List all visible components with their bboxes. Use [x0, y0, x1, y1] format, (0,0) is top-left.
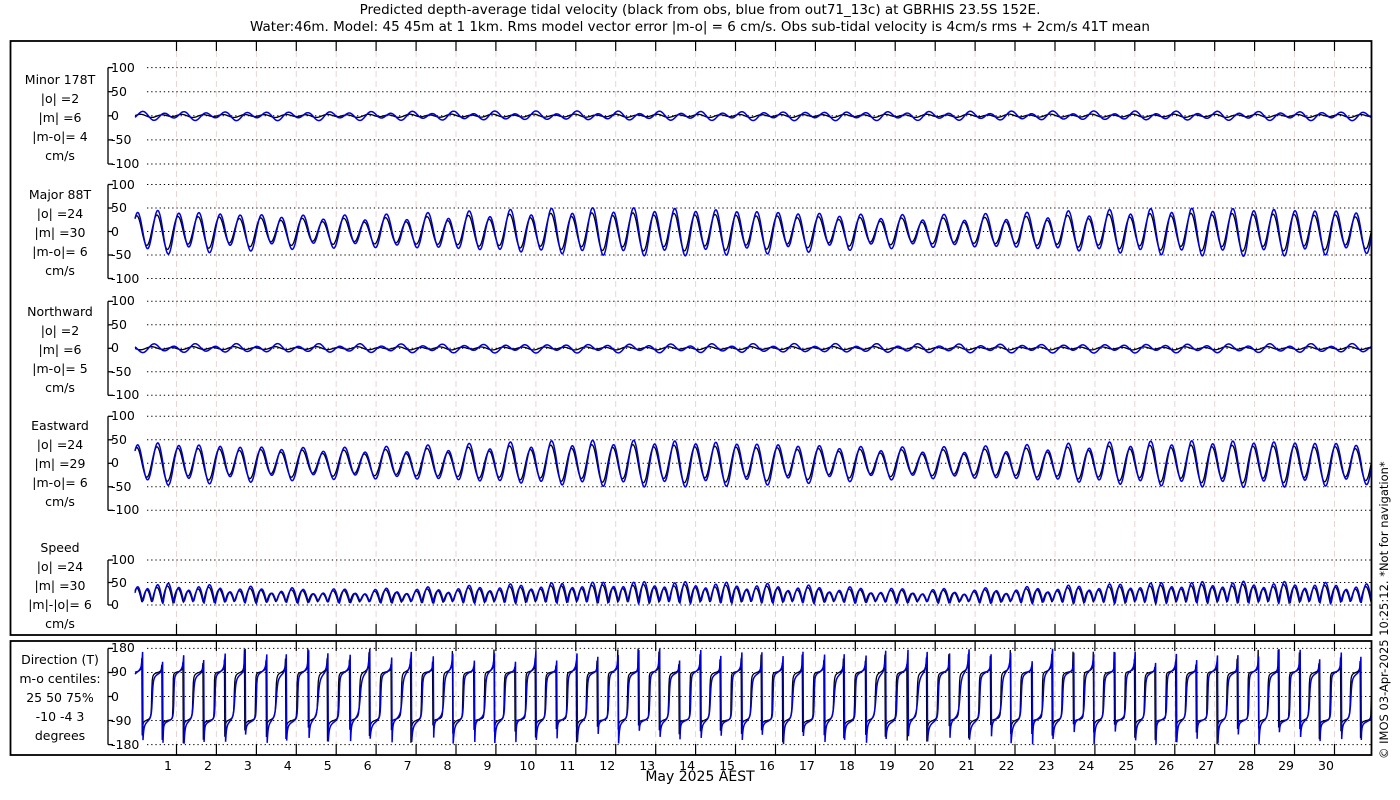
- panel-label-direction-line4: degrees: [34, 728, 86, 743]
- panel-label-northward-line2: |m| =6: [38, 342, 82, 357]
- ytick-major-50: 50: [111, 200, 127, 215]
- panel-label-eastward-line3: |m-o|= 6: [32, 475, 88, 490]
- imos-watermark: © IMOS 03-Apr-2025 10:25:12. *Not for na…: [1377, 461, 1391, 759]
- panel-label-northward-line4: cm/s: [45, 380, 75, 395]
- ytick-minor--50: -50: [111, 131, 132, 147]
- panel-label-speed-line0: Speed: [40, 540, 80, 555]
- ytick-direction-90: 90: [111, 664, 127, 680]
- panel-label-direction-line3: -10 -4 3: [35, 709, 85, 724]
- ytick-northward-50: 50: [111, 316, 127, 332]
- day-label-22: 22: [998, 758, 1015, 773]
- panel-label-minor-line0: Minor 178T: [24, 72, 96, 87]
- ytick-eastward-100: 100: [111, 408, 135, 424]
- day-label-9: 9: [483, 758, 492, 773]
- ytick-major-100: 100: [111, 176, 135, 192]
- ytick-major-0: 0: [111, 223, 119, 239]
- panel-label-northward-line1: |o| =2: [40, 323, 80, 338]
- panel-label-major-line2: |m| =30: [34, 225, 86, 240]
- ytick-major--50: -50: [111, 247, 132, 262]
- ytick-northward--50: -50: [111, 363, 132, 379]
- ytick-speed-50: 50: [111, 574, 127, 590]
- ytick-eastward-0: 0: [111, 455, 119, 471]
- plot-canvas: [9, 40, 1373, 756]
- day-label-5: 5: [323, 758, 332, 773]
- ytick-speed-100: 100: [111, 552, 135, 567]
- day-label-2: 2: [203, 758, 212, 773]
- ytick-minor-0: 0: [111, 107, 119, 123]
- day-label-27: 27: [1198, 758, 1215, 773]
- panel-label-major-line1: |o| =24: [36, 206, 84, 221]
- panel-label-northward-line0: Northward: [27, 304, 93, 319]
- day-label-3: 3: [243, 758, 252, 773]
- day-tick-marks: [175, 41, 1336, 755]
- panel-label-direction-line2: 25 50 75%: [26, 690, 94, 705]
- ytick-northward-100: 100: [111, 293, 135, 309]
- day-label-4: 4: [283, 758, 292, 773]
- curves-speed: [134, 580, 1372, 606]
- panel-label-major-line0: Major 88T: [28, 187, 92, 202]
- panel-label-eastward-line1: |o| =24: [36, 437, 84, 452]
- ytick-major--100: -100: [111, 270, 140, 286]
- panel-label-major-line4: cm/s: [45, 263, 75, 278]
- value-gridlines-direction: [147, 647, 1371, 746]
- ytick-direction-0: 0: [111, 688, 119, 704]
- panel-label-speed-line2: |m| =30: [34, 578, 86, 593]
- value-gridlines-major: [147, 184, 1371, 279]
- ytick-northward-0: 0: [111, 340, 119, 356]
- day-label-28: 28: [1238, 758, 1255, 773]
- panel-label-direction-line0: Direction (T): [21, 652, 99, 667]
- ytick-minor-100: 100: [111, 59, 135, 75]
- ytick-minor-50: 50: [111, 83, 127, 99]
- ytick-eastward--100: -100: [111, 502, 140, 518]
- panel-label-northward-line3: |m-o|= 5: [32, 361, 88, 376]
- panel-label-minor-line1: |o| =2: [40, 91, 80, 106]
- day-label-19: 19: [878, 758, 895, 773]
- ytick-eastward--50: -50: [111, 478, 132, 494]
- value-gridlines-eastward: [147, 415, 1371, 511]
- ytick-eastward-50: 50: [111, 431, 127, 447]
- panel-label-minor-line2: |m| =6: [38, 110, 82, 125]
- panel-label-eastward-line2: |m| =29: [34, 456, 86, 471]
- velocity-panels-frame: [9, 40, 1373, 636]
- day-label-26: 26: [1158, 758, 1175, 773]
- day-label-7: 7: [403, 758, 412, 773]
- panel-label-speed-line3: |m|-|o|= 6: [28, 597, 92, 612]
- ytick-speed-0: 0: [111, 597, 119, 612]
- ytick-direction--90: -90: [111, 712, 132, 728]
- ytick-minor--100: -100: [111, 156, 140, 171]
- panel-label-major-line3: |m-o|= 6: [32, 244, 88, 259]
- day-label-24: 24: [1078, 758, 1095, 773]
- panel-label-speed-line1: |o| =24: [36, 559, 84, 574]
- day-label-25: 25: [1118, 758, 1135, 773]
- ytick-direction-180: 180: [111, 640, 135, 656]
- day-label-21: 21: [958, 758, 975, 773]
- day-gridlines: [176, 41, 1335, 755]
- day-label-6: 6: [363, 758, 372, 773]
- ytick-direction--180: -180: [111, 736, 140, 752]
- day-label-23: 23: [1038, 758, 1055, 773]
- day-label-29: 29: [1278, 758, 1294, 773]
- panel-label-speed-line4: cm/s: [45, 616, 75, 631]
- tidal-velocity-figure: Predicted depth-average tidal velocity (…: [0, 0, 1400, 800]
- day-label-30: 30: [1318, 758, 1334, 773]
- day-label-18: 18: [838, 758, 855, 773]
- panel-label-minor-line4: cm/s: [45, 148, 75, 163]
- ytick-northward--100: -100: [111, 387, 140, 403]
- day-label-20: 20: [918, 758, 935, 773]
- day-label-10: 10: [519, 758, 536, 773]
- x-axis-title: May 2025 AEST: [645, 769, 755, 785]
- panel-label-minor-line3: |m-o|= 4: [32, 129, 88, 144]
- day-label-1: 1: [164, 758, 172, 773]
- panel-label-eastward-line0: Eastward: [31, 418, 89, 433]
- panel-label-direction-line1: m-o centiles:: [19, 671, 101, 686]
- day-label-8: 8: [443, 758, 452, 773]
- panel-label-eastward-line4: cm/s: [45, 494, 75, 509]
